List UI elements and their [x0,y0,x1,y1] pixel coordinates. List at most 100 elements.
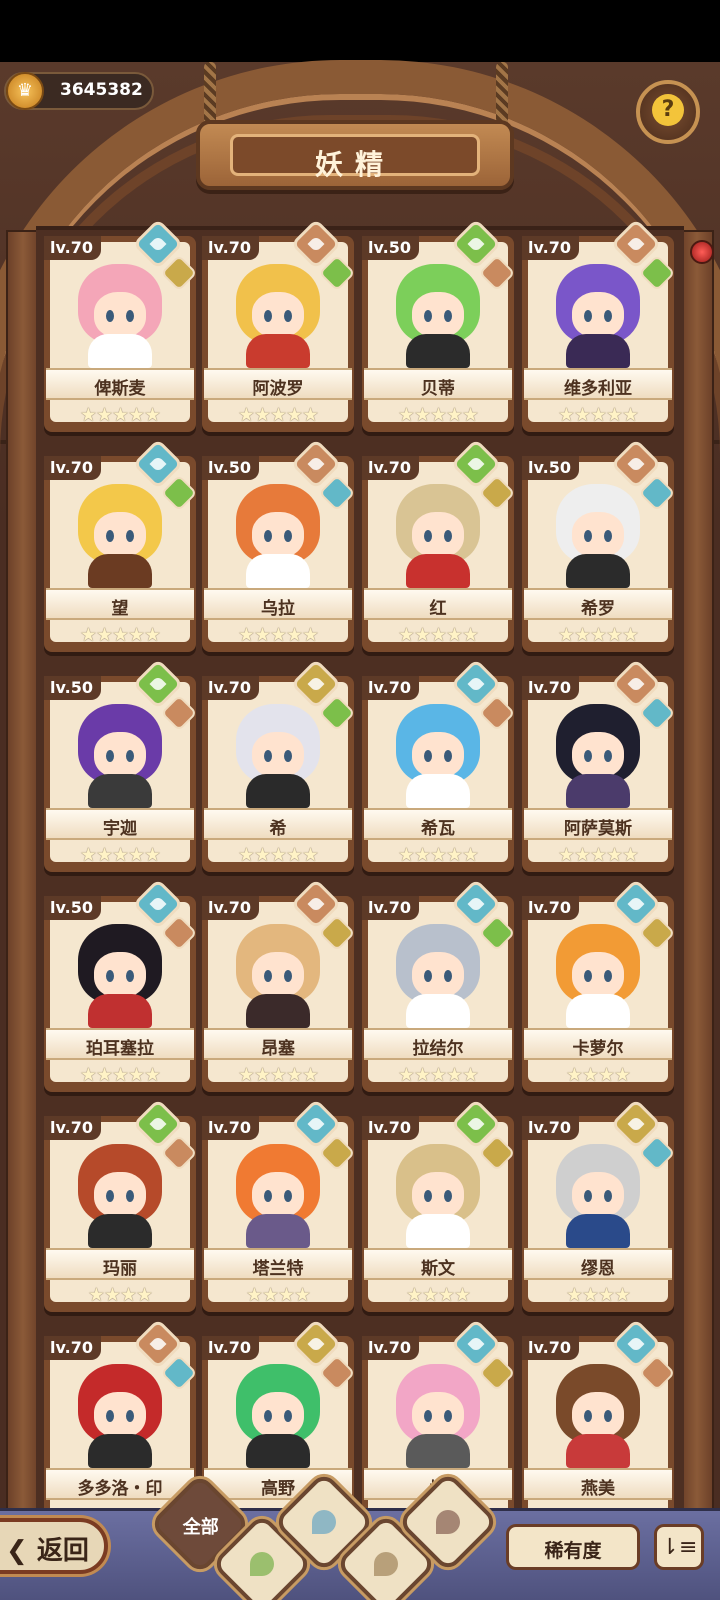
fairy-eye [444,970,452,982]
sprout-icon [250,1552,274,1576]
fairy-stars: ★★★★ [405,1284,471,1306]
fairy-eye [444,1410,452,1422]
fairy-face [94,292,146,338]
fairy-name: 卡萝尔 [572,1039,624,1059]
fairy-level: lv.70 [362,676,419,700]
fairy-card[interactable]: lv.70 红 ★★★★★ [362,438,516,656]
currency-display: ♛ 3645382 [4,72,154,110]
fairy-face [252,1392,304,1438]
fairy-stars: ★★★★★ [397,404,479,426]
fairy-face [572,952,624,998]
fairy-face [572,292,624,338]
fairy-card[interactable]: lv.70 拉结尔 ★★★★★ [362,878,516,1096]
fairy-outfit [88,994,152,1028]
fairy-level: lv.70 [522,676,579,700]
fairy-name: 多多洛・印 [77,1479,163,1499]
fairy-face [412,292,464,338]
fairy-card[interactable]: lv.70 望 ★★★★★ [44,438,198,656]
fairy-name: 缪恩 [581,1259,615,1279]
fairy-eye [584,310,592,322]
page-title: 妖精 [314,148,395,181]
fairy-face [252,512,304,558]
fairy-card[interactable]: lv.70 希 ★★★★★ [202,658,356,876]
fairy-level: lv.70 [44,236,101,260]
fairy-name: 昂塞 [261,1039,295,1059]
fairy-outfit [566,994,630,1028]
fairy-name: 俾斯麦 [94,379,146,399]
fairy-outfit [406,334,470,368]
fairy-level: lv.70 [202,1336,259,1360]
fairy-card[interactable]: lv.70 燕美 [522,1318,676,1536]
fairy-card[interactable]: lv.70 阿波罗 ★★★★★ [202,218,356,436]
fairy-eye [126,1410,134,1422]
fairy-outfit [566,334,630,368]
fairy-name: 塔兰特 [252,1259,304,1279]
fairy-eye [126,750,134,762]
fairy-stars: ★★★★★ [79,844,161,866]
fairy-level: lv.70 [202,896,259,920]
fairy-name-banner: 昂塞 [204,1028,352,1060]
fairy-name-banner: 缪恩 [524,1248,672,1280]
fairy-name-banner: 维多利亚 [524,368,672,400]
back-button[interactable]: ❮ 返回 [0,1518,108,1574]
fairy-name-banner: 望 [46,588,194,620]
fairy-card[interactable]: lv.50 乌拉 ★★★★★ [202,438,356,656]
fairy-stars: ★★★★ [565,1064,631,1086]
fairy-card[interactable]: lv.50 珀耳塞拉 ★★★★★ [44,878,198,1096]
fairy-eye [106,310,114,322]
fairy-stars: ★★★★ [565,1284,631,1306]
fairy-stars: ★★★★★ [557,404,639,426]
fairy-card[interactable]: lv.70 斯文 ★★★★ [362,1098,516,1316]
fairy-eye [264,1190,272,1202]
fairy-eye [604,1410,612,1422]
fairy-card[interactable]: lv.70 俾斯麦 ★★★★★ [44,218,198,436]
fairy-face [572,1172,624,1218]
sort-order-button[interactable]: ⇂≡ [654,1524,704,1570]
fairy-card[interactable]: lv.70 昂塞 ★★★★★ [202,878,356,1096]
fairy-eye [264,530,272,542]
fairy-stars: ★★★★★ [237,624,319,646]
fairy-card[interactable]: lv.70 维多利亚 ★★★★★ [522,218,676,436]
fairy-eye [126,1190,134,1202]
fairy-outfit [88,774,152,808]
fairy-eye [126,310,134,322]
fairy-card[interactable]: lv.70 塔兰特 ★★★★ [202,1098,356,1316]
fairy-card[interactable]: lv.50 宇迦 ★★★★★ [44,658,198,876]
fairy-outfit [246,774,310,808]
fairy-eye [424,310,432,322]
fairy-name-banner: 希瓦 [364,808,512,840]
fairy-card[interactable]: lv.70 希瓦 ★★★★★ [362,658,516,876]
fairy-level: lv.70 [362,896,419,920]
rarity-label: 稀有度 [544,1540,602,1562]
fairy-level: lv.50 [44,896,101,920]
fairy-outfit [406,994,470,1028]
fairy-card[interactable]: lv.50 贝蒂 ★★★★★ [362,218,516,436]
fairy-card[interactable]: lv.70 阿萨莫斯 ★★★★★ [522,658,676,876]
fairy-outfit [566,1434,630,1468]
fairy-name: 宇迦 [103,819,137,839]
fairy-outfit [406,1434,470,1468]
fairy-stars: ★★★★★ [397,624,479,646]
fairy-card[interactable]: lv.70 玛丽 ★★★★ [44,1098,198,1316]
fairy-name: 望 [111,599,129,619]
fairy-face [412,512,464,558]
fairy-eye [126,530,134,542]
fairy-eye [264,1410,272,1422]
fairy-stars: ★★★★★ [79,624,161,646]
mountain-icon [374,1552,398,1576]
fairy-stars: ★★★★★ [237,844,319,866]
fairy-card[interactable]: lv.70 缪恩 ★★★★ [522,1098,676,1316]
help-button[interactable]: ? [636,80,700,144]
fairy-name: 燕美 [581,1479,615,1499]
fairy-level: lv.50 [44,676,101,700]
crystal-mountain-icon [436,1510,460,1534]
fairy-card[interactable]: lv.70 卡萝尔 ★★★★ [522,878,676,1096]
fairy-eye [424,1410,432,1422]
left-pillar [6,230,40,1510]
fairy-card[interactable]: lv.50 希罗 ★★★★★ [522,438,676,656]
fairy-outfit [88,554,152,588]
fairy-level: lv.70 [362,1336,419,1360]
fairy-name-banner: 珀耳塞拉 [46,1028,194,1060]
fairy-stars: ★★★★★ [397,844,479,866]
rarity-sort-button[interactable]: 稀有度 [506,1524,640,1570]
